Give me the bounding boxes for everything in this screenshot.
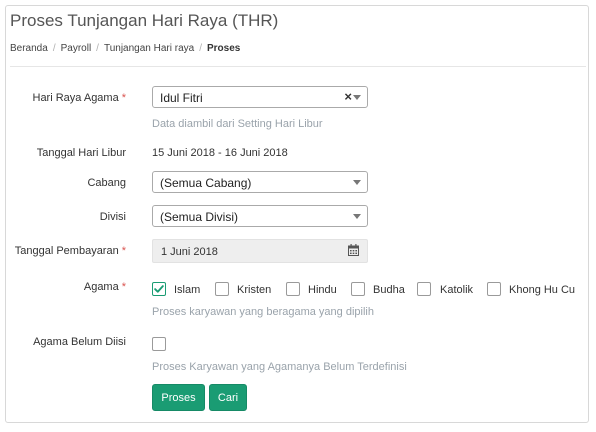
chevron-down-icon [353, 180, 361, 185]
agama-checkbox-katolik[interactable] [417, 282, 431, 296]
agama-option-label[interactable]: Budha [373, 284, 405, 296]
agama-belum-diisi-checkbox[interactable] [152, 337, 166, 351]
cabang-label: Cabang [87, 177, 126, 189]
agama-option-label[interactable]: Kristen [237, 284, 271, 296]
agama-belum-diisi-help: Proses Karyawan yang Agamanya Belum Terd… [152, 361, 407, 373]
calendar-icon [348, 244, 359, 256]
divisi-label: Divisi [99, 211, 126, 223]
tanggal-pembayaran-label: Tanggal Pembayaran * [14, 245, 126, 257]
breadcrumb-separator: / [52, 43, 56, 54]
cari-button[interactable]: Cari [209, 384, 247, 411]
breadcrumb: Beranda / Payroll / Tunjangan Hari raya / Pros… [10, 43, 240, 54]
breadcrumb-beranda[interactable]: Beranda [10, 43, 48, 54]
cabang-value: (Semua Cabang) [160, 176, 252, 190]
required-mark: * [121, 245, 126, 257]
proses-button[interactable]: Proses [152, 384, 205, 411]
hari-raya-value: Idul Fitri [160, 91, 203, 105]
agama-option-label[interactable]: Katolik [440, 284, 473, 296]
agama-option-label[interactable]: Khong Hu Cu [509, 284, 575, 296]
hari-raya-select[interactable]: Idul Fitri × [152, 86, 368, 108]
page-title: Proses Tunjangan Hari Raya (THR) [10, 11, 279, 30]
divisi-select[interactable]: (Semua Divisi) [152, 205, 368, 227]
hari-raya-label: Hari Raya Agama * [32, 92, 127, 104]
chevron-down-icon [353, 214, 361, 219]
clear-icon[interactable]: × [344, 89, 352, 104]
agama-checkbox-kristen[interactable] [215, 282, 229, 296]
divisi-value: (Semua Divisi) [160, 210, 239, 224]
required-mark: * [121, 92, 126, 104]
agama-option-label[interactable]: Hindu [308, 284, 337, 296]
agama-checkbox-islam[interactable] [152, 282, 166, 296]
required-mark: * [121, 281, 126, 293]
agama-option-label[interactable]: Islam [174, 284, 200, 296]
agama-checkbox-hindu[interactable] [286, 282, 300, 296]
agama-checkbox-khong-hu-cu[interactable] [487, 282, 501, 296]
check-icon [154, 285, 164, 293]
header-divider [10, 66, 586, 67]
breadcrumb-current: Proses [206, 43, 241, 54]
agama-checkbox-budha[interactable] [351, 282, 365, 296]
agama-label: Agama * [83, 281, 126, 293]
tanggal-pembayaran-input: 1 Juni 2018 [152, 239, 368, 263]
breadcrumb-thr[interactable]: Tunjangan Hari raya [104, 43, 194, 54]
breadcrumb-payroll[interactable]: Payroll [61, 43, 92, 54]
chevron-down-icon [353, 95, 361, 100]
breadcrumb-separator: / [96, 43, 99, 54]
breadcrumb-separator: / [199, 43, 202, 54]
hari-raya-help: Data diambil dari Setting Hari Libur [152, 118, 323, 130]
tanggal-pembayaran-value: 1 Juni 2018 [161, 246, 218, 258]
tanggal-libur-value: 15 Juni 2018 - 16 Juni 2018 [152, 147, 288, 159]
agama-belum-diisi-label: Agama Belum Diisi [33, 336, 126, 348]
agama-help: Proses karyawan yang beragama yang dipil… [152, 306, 374, 318]
cabang-select[interactable]: (Semua Cabang) [152, 171, 368, 193]
tanggal-libur-label: Tanggal Hari Libur [36, 147, 126, 159]
